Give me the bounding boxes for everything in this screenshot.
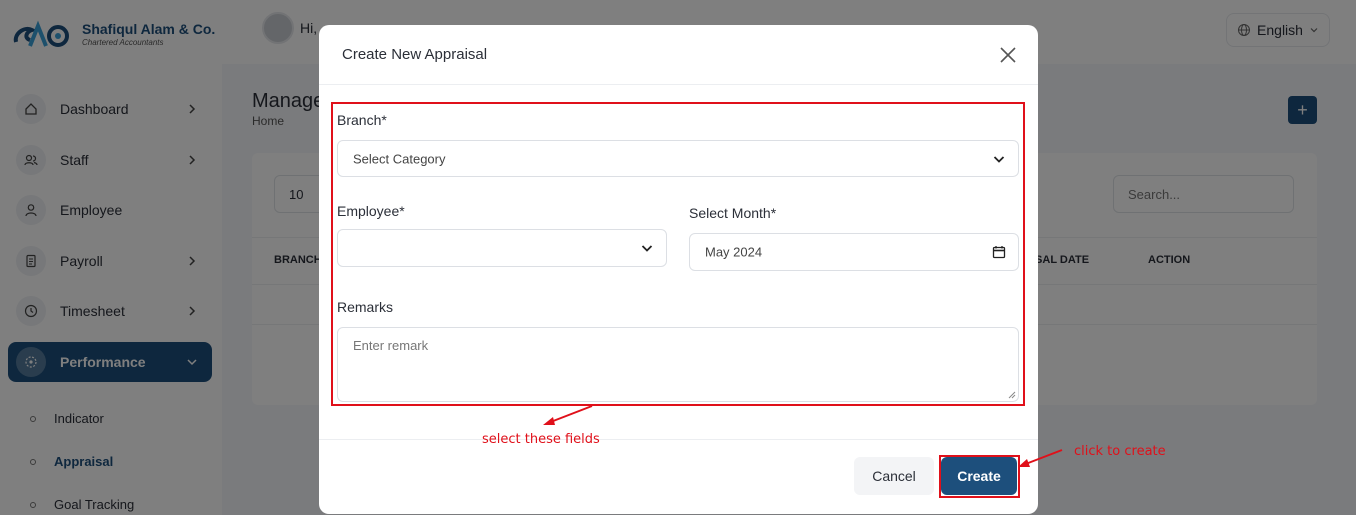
annotation-create-box — [939, 455, 1020, 498]
close-icon[interactable] — [996, 43, 1020, 67]
annotation-create-note: click to create — [1074, 444, 1166, 459]
modal-title: Create New Appraisal — [342, 46, 488, 63]
annotation-fields-box — [331, 102, 1025, 406]
modal-header: Create New Appraisal — [319, 25, 1038, 85]
cancel-button[interactable]: Cancel — [854, 457, 934, 495]
annotation-fields-note: select these fields — [482, 432, 600, 447]
